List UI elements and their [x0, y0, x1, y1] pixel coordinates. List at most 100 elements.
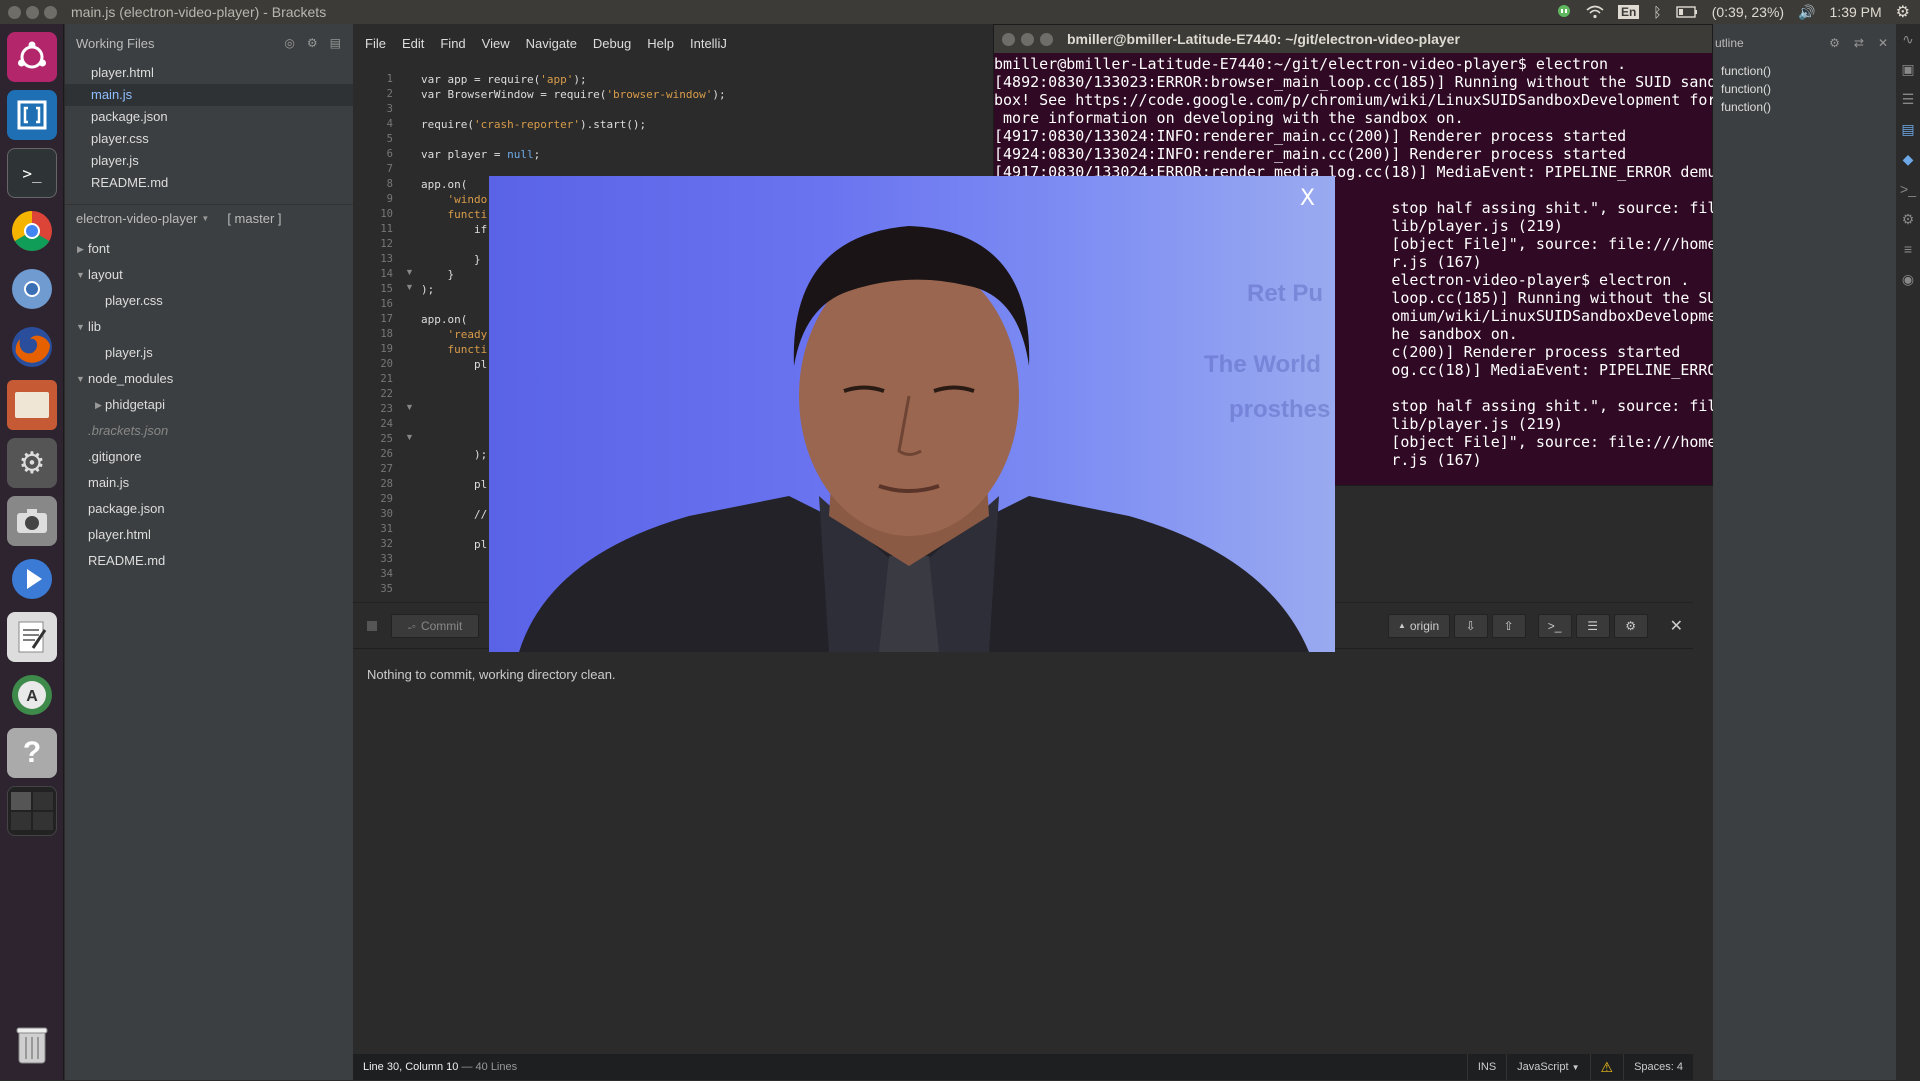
software-updater-icon[interactable]: A: [7, 670, 57, 720]
split-view-icon[interactable]: ▤: [330, 36, 341, 50]
ubuntu-dash-icon[interactable]: [7, 32, 57, 82]
fold-arrow-icon[interactable]: ▼: [405, 282, 414, 292]
files-icon[interactable]: [7, 380, 57, 430]
commit-button[interactable]: ˗◦ Commit: [391, 613, 479, 638]
maximize-window-button[interactable]: [44, 5, 57, 19]
node-debugger-icon[interactable]: ⚙: [1896, 204, 1920, 234]
layers-icon[interactable]: ≡: [1896, 234, 1920, 264]
indentation-setting[interactable]: Spaces: 4: [1623, 1054, 1693, 1080]
working-file-readme[interactable]: README.md: [65, 172, 353, 194]
working-file-player-html[interactable]: player.html: [65, 62, 353, 84]
working-file-main-js[interactable]: main.js: [65, 84, 353, 106]
hangouts-icon[interactable]: [1556, 4, 1572, 20]
working-file-player-css[interactable]: player.css: [65, 128, 353, 150]
fold-arrow-icon[interactable]: ▼: [405, 432, 414, 442]
tree-folder-node-modules[interactable]: ▼ node_modules: [65, 366, 353, 392]
cursor-position: Line 30, Column 10 — 40 Lines: [363, 1061, 517, 1073]
chrome-icon[interactable]: [7, 206, 57, 256]
tree-file-lib-player-js[interactable]: player.js: [65, 340, 353, 366]
menu-help[interactable]: Help: [647, 36, 674, 51]
tree-file-package-json[interactable]: package.json: [65, 496, 353, 522]
menu-navigate[interactable]: Navigate: [526, 36, 577, 51]
close-window-button[interactable]: [8, 5, 21, 19]
gear-icon[interactable]: ⚙: [1829, 36, 1840, 50]
bug-icon[interactable]: ⚙: [1613, 613, 1648, 638]
tree-folder-lib[interactable]: ▼ lib: [65, 314, 353, 340]
menu-find[interactable]: Find: [440, 36, 465, 51]
outline-item[interactable]: function(): [1713, 98, 1896, 116]
line-number: 30: [380, 508, 393, 520]
close-video-button[interactable]: X: [1300, 186, 1315, 211]
tree-file-main-js[interactable]: main.js: [65, 470, 353, 496]
volume-icon[interactable]: 🔊: [1798, 4, 1815, 21]
chromium-icon[interactable]: [7, 264, 57, 314]
git-branch[interactable]: [ master ]: [227, 211, 281, 226]
video-player-overlay[interactable]: Ret Pu The World prosthes X: [489, 176, 1335, 652]
git-settings-icon[interactable]: ☰: [1575, 613, 1610, 638]
eye-icon[interactable]: ◉: [1896, 264, 1920, 294]
fold-arrow-icon[interactable]: ▼: [405, 267, 414, 277]
document-icon[interactable]: ▤: [1896, 114, 1920, 144]
close-icon[interactable]: ✕: [1670, 616, 1683, 636]
working-file-package-json[interactable]: package.json: [65, 106, 353, 128]
menu-file[interactable]: File: [365, 36, 386, 51]
tree-file-readme[interactable]: README.md: [65, 548, 353, 574]
language-select[interactable]: JavaScript ▼: [1506, 1054, 1589, 1080]
tree-folder-font[interactable]: ▶ font: [65, 236, 353, 262]
menu-view[interactable]: View: [482, 36, 510, 51]
tree-file-brackets-json[interactable]: .brackets.json: [65, 418, 353, 444]
brackets-icon[interactable]: [7, 90, 57, 140]
close-icon[interactable]: ✕: [1878, 36, 1888, 50]
gear-icon[interactable]: ⚙: [1896, 2, 1910, 22]
origin-remote-button[interactable]: ▲ origin: [1387, 613, 1450, 638]
git-icon[interactable]: ◆: [1896, 144, 1920, 174]
terminal-icon[interactable]: >_: [7, 148, 57, 198]
firefox-icon[interactable]: [7, 322, 57, 372]
tree-file-gitignore[interactable]: .gitignore: [65, 444, 353, 470]
outline-item[interactable]: function(): [1713, 80, 1896, 98]
working-files-options-icon[interactable]: ◎: [284, 36, 294, 50]
extension-manager-icon[interactable]: ▣: [1896, 54, 1920, 84]
working-file-player-js[interactable]: player.js: [65, 150, 353, 172]
menu-edit[interactable]: Edit: [402, 36, 424, 51]
keyboard-layout-indicator[interactable]: En: [1617, 5, 1640, 19]
help-icon[interactable]: ?: [7, 728, 57, 778]
project-name[interactable]: electron-video-player: [76, 211, 197, 226]
workspace-switcher-icon[interactable]: [7, 786, 57, 836]
menu-intellij[interactable]: IntelliJ: [690, 36, 727, 51]
settings-icon[interactable]: ⚙: [7, 438, 57, 488]
outline-toggle-icon[interactable]: ☰: [1896, 84, 1920, 114]
battery-icon[interactable]: [1676, 6, 1698, 18]
wifi-icon[interactable]: [1586, 5, 1604, 19]
tree-file-player-html[interactable]: player.html: [65, 522, 353, 548]
video-player-icon[interactable]: [7, 554, 57, 604]
terminal-toggle-icon[interactable]: >_: [1896, 174, 1920, 204]
bluetooth-icon[interactable]: ᛒ: [1653, 4, 1661, 20]
camera-icon[interactable]: [7, 496, 57, 546]
fold-arrow-icon[interactable]: ▼: [405, 402, 414, 412]
trash-icon[interactable]: [7, 1020, 57, 1070]
linter-warning-icon[interactable]: ⚠: [1589, 1054, 1624, 1080]
line-number: 32: [380, 538, 393, 550]
select-all-checkbox[interactable]: [367, 620, 377, 631]
tree-folder-layout[interactable]: ▼ layout: [65, 262, 353, 288]
bash-icon[interactable]: >_: [1537, 613, 1572, 638]
clock[interactable]: 1:39 PM: [1830, 4, 1882, 20]
terminal-close-button[interactable]: [1002, 32, 1015, 46]
outline-item[interactable]: function(): [1713, 62, 1896, 80]
tree-folder-phidgetapi[interactable]: ▶ phidgetapi: [65, 392, 353, 418]
swap-icon[interactable]: ⇄: [1854, 36, 1864, 50]
text-editor-icon[interactable]: [7, 612, 57, 662]
pull-icon[interactable]: ⇩: [1453, 613, 1488, 638]
gear-icon[interactable]: ⚙: [307, 36, 318, 50]
insert-mode-toggle[interactable]: INS: [1466, 1054, 1506, 1080]
tree-file-layout-player-css[interactable]: player.css: [65, 288, 353, 314]
terminal-minimize-button[interactable]: [1021, 32, 1034, 46]
minimize-window-button[interactable]: [26, 5, 39, 19]
menu-debug[interactable]: Debug: [593, 36, 631, 51]
project-dropdown-icon[interactable]: ▼: [201, 214, 209, 223]
terminal-maximize-button[interactable]: [1040, 32, 1053, 46]
push-icon[interactable]: ⇧: [1491, 613, 1526, 638]
live-preview-icon[interactable]: ∿: [1896, 24, 1920, 54]
outline-header: utline ⚙ ⇄ ✕: [1713, 24, 1896, 62]
